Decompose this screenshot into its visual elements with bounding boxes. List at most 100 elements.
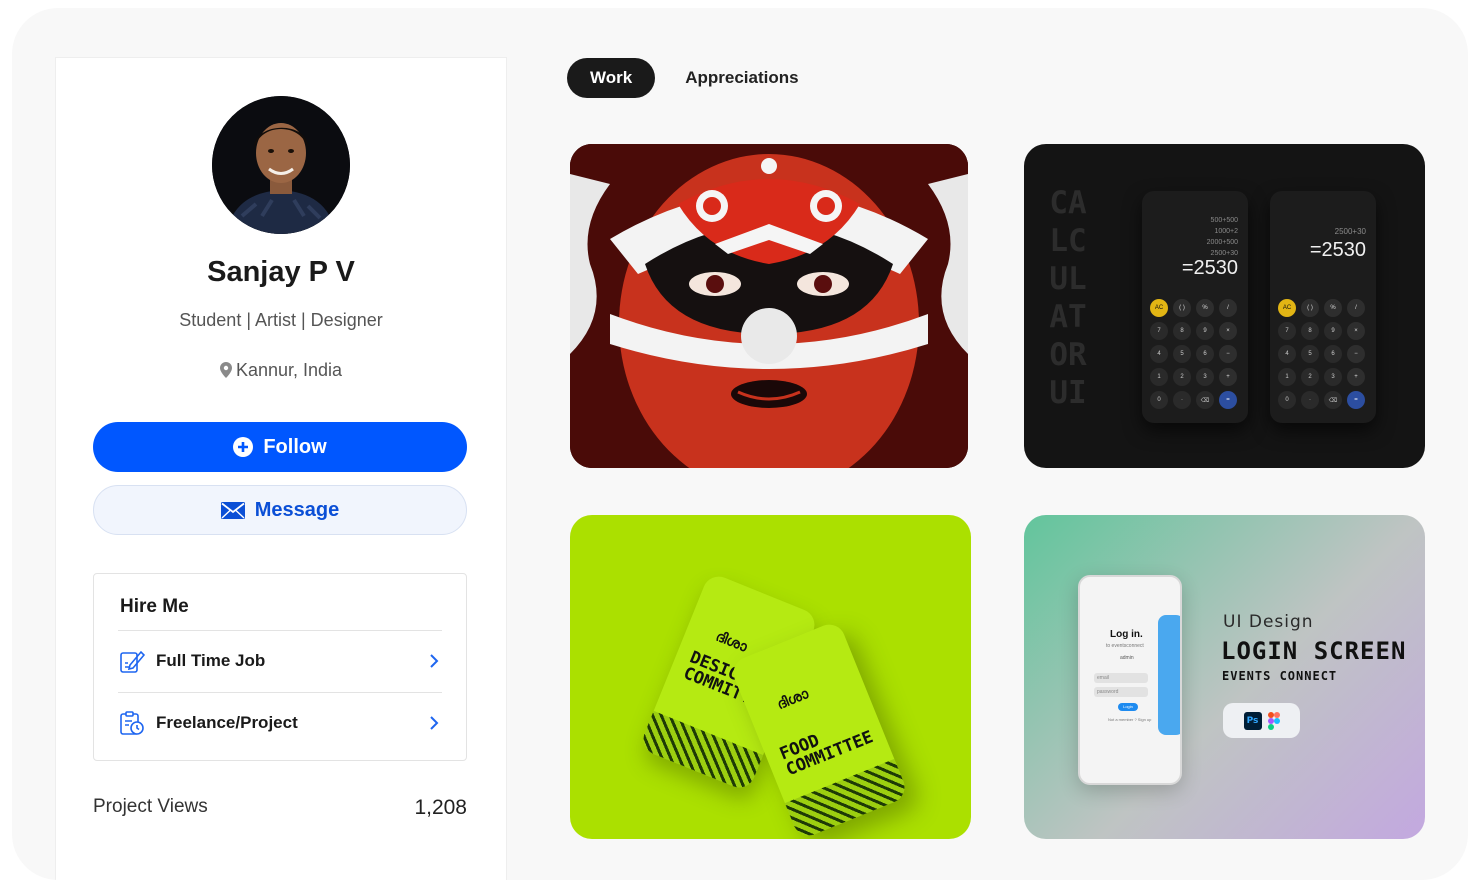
calc-key: 8 — [1173, 322, 1191, 340]
calculator-phone-left: 500+500 1000+2 2000+500 2500+30 =2530 AC… — [1142, 191, 1248, 423]
login-label: UI Design — [1223, 612, 1314, 632]
phone-email-field: email — [1094, 673, 1148, 683]
follow-button[interactable]: Follow — [93, 422, 467, 472]
calc-history: 500+500 1000+2 2000+500 2500+30 — [1207, 215, 1238, 259]
calc-key: 8 — [1301, 322, 1319, 340]
calc-key: ⌫ — [1196, 391, 1214, 409]
hire-option-label: Full Time Job — [156, 651, 266, 670]
calc-keypad: AC ( ) % / 7 8 9 × 4 5 6 − 1 2 3 + 0 · ⌫… — [1150, 299, 1240, 409]
phone-password-field: password — [1094, 687, 1148, 697]
phone-title: Log in. — [1110, 629, 1143, 640]
side-text-line: CA — [1049, 185, 1087, 221]
face-artwork-image — [570, 144, 968, 468]
calc-key: % — [1324, 299, 1342, 317]
calc-key: = — [1347, 391, 1365, 409]
calc-key: + — [1347, 368, 1365, 386]
location-pin-icon — [219, 362, 232, 378]
tab-appreciations[interactable]: Appreciations — [685, 58, 798, 98]
login-title: LOGIN SCREEN — [1221, 637, 1407, 665]
hire-option-freelance[interactable]: Freelance/Project — [118, 692, 442, 753]
calc-key: 7 — [1278, 322, 1296, 340]
calc-key: · — [1301, 391, 1319, 409]
side-text-line: UL — [1049, 261, 1087, 297]
app-frame: Sanjay P V Student | Artist | Designer K… — [12, 8, 1468, 880]
message-button[interactable]: Message — [93, 485, 467, 535]
phone-admin: admin — [1120, 655, 1134, 661]
project-views-stat: Project Views 1,208 — [93, 796, 467, 820]
calc-key: × — [1219, 322, 1237, 340]
calculator-phone-right: 2500+30 =2530 AC ( ) % / 7 8 9 × 4 5 6 −… — [1270, 191, 1376, 423]
card-pattern — [638, 710, 764, 793]
photoshop-icon: Ps — [1243, 711, 1262, 730]
calc-key: / — [1219, 299, 1237, 317]
calc-key: − — [1347, 345, 1365, 363]
project-tile-committee-cards[interactable]: ദിശാ DESIGN COMMITTEE ദിശാ FOOD COMMITTE… — [570, 515, 971, 839]
calc-key: − — [1219, 345, 1237, 363]
location-text: Kannur, India — [235, 360, 343, 380]
calc-key: AC — [1150, 299, 1168, 317]
calc-key: ( ) — [1173, 299, 1191, 317]
side-text-line: AT — [1049, 299, 1087, 335]
calc-key: 1 — [1278, 368, 1296, 386]
project-tile-login-screen[interactable]: Log in. to eventsconnect admin email pas… — [1024, 515, 1425, 839]
side-text-line: UI — [1049, 375, 1087, 411]
calc-key: % — [1196, 299, 1214, 317]
calc-key: = — [1219, 391, 1237, 409]
login-phone-mockup: Log in. to eventsconnect admin email pas… — [1078, 575, 1182, 785]
tab-work[interactable]: Work — [567, 58, 656, 98]
chevron-right-icon — [430, 654, 439, 668]
profile-location: Kannur, India — [56, 360, 506, 381]
calc-key: 5 — [1173, 345, 1191, 363]
calc-keypad: AC ( ) % / 7 8 9 × 4 5 6 − 1 2 3 + 0 · ⌫… — [1278, 299, 1368, 409]
calc-key: 4 — [1150, 345, 1168, 363]
calc-key: 9 — [1196, 322, 1214, 340]
message-label: Message — [254, 498, 340, 521]
figma-icon — [1267, 711, 1280, 730]
calc-key: ⌫ — [1324, 391, 1342, 409]
profile-role: Student | Artist | Designer — [179, 310, 383, 330]
calc-history-line: 1000+2 — [1214, 228, 1238, 235]
follow-label: Follow — [263, 435, 327, 458]
profile-name: Sanjay P V — [207, 256, 355, 288]
clipboard-clock-icon — [118, 709, 146, 737]
calc-key: ( ) — [1301, 299, 1319, 317]
plus-circle-icon — [233, 437, 254, 457]
calc-key: 7 — [1150, 322, 1168, 340]
calc-key: 6 — [1196, 345, 1214, 363]
side-text-line: OR — [1049, 337, 1087, 373]
card-brand: ദിശാ — [713, 627, 750, 655]
phone-subtitle: to eventsconnect — [1106, 643, 1144, 649]
calc-key: / — [1347, 299, 1365, 317]
card-brand: ദിശാ — [774, 685, 811, 713]
calc-key: 2 — [1173, 368, 1191, 386]
calc-key: 3 — [1324, 368, 1342, 386]
hire-me-panel: Hire Me Full Time Job Freelance/Project — [93, 573, 467, 761]
chevron-right-icon — [430, 716, 439, 730]
tool-badges: Ps — [1223, 703, 1300, 738]
calc-key: AC — [1278, 299, 1296, 317]
calc-key: 3 — [1196, 368, 1214, 386]
calc-key: 5 — [1301, 345, 1319, 363]
project-tile-face-art[interactable] — [570, 144, 968, 468]
calc-key: 2 — [1301, 368, 1319, 386]
calc-key: × — [1347, 322, 1365, 340]
avatar[interactable] — [212, 96, 350, 234]
calc-key: 9 — [1324, 322, 1342, 340]
stat-value: 1,208 — [414, 796, 467, 819]
calc-result: =2530 — [1309, 239, 1366, 261]
calc-key: + — [1219, 368, 1237, 386]
calc-key: 0 — [1150, 391, 1168, 409]
side-text-line: LC — [1049, 223, 1087, 259]
phone-login-button: Login — [1118, 703, 1138, 711]
envelope-icon — [220, 501, 245, 519]
calc-key: 6 — [1324, 345, 1342, 363]
id-card-food: ദിശാ FOOD COMMITTEE — [728, 619, 910, 839]
profile-card: Sanjay P V Student | Artist | Designer K… — [55, 57, 507, 880]
hire-option-label: Freelance/Project — [156, 713, 298, 732]
calc-result: =2530 — [1181, 257, 1238, 279]
phone-side-illustration — [1158, 615, 1180, 735]
hire-option-full-time[interactable]: Full Time Job — [118, 630, 442, 691]
pen-paper-icon — [118, 647, 146, 675]
project-tile-calculator[interactable]: CA LC UL AT OR UI 500+500 1000+2 2000+50… — [1024, 144, 1425, 468]
calc-history-line: 2000+500 — [1206, 239, 1238, 246]
